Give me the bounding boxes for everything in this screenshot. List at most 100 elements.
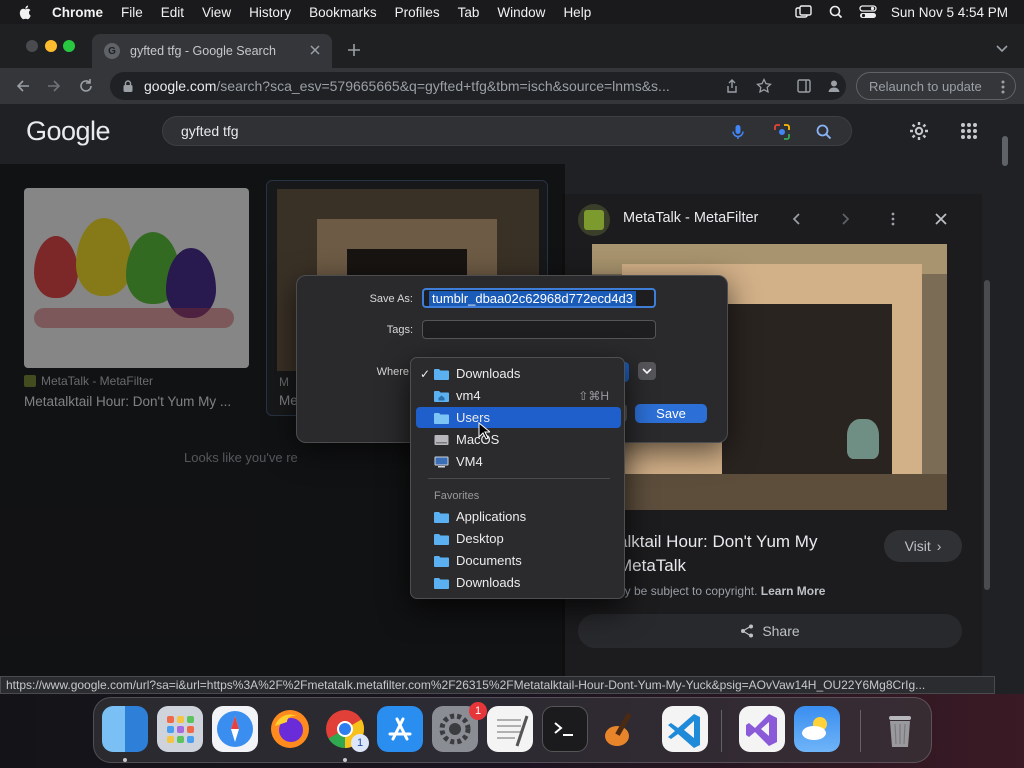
previous-image-icon[interactable] bbox=[790, 212, 804, 226]
panel-scrollbar[interactable] bbox=[984, 280, 990, 590]
weather-icon[interactable] bbox=[794, 706, 840, 752]
save-button[interactable]: Save bbox=[635, 404, 707, 423]
where-label: Where bbox=[376, 366, 409, 378]
chrome-running-dot bbox=[343, 758, 347, 762]
where-option-vm4-home[interactable]: vm4 ⇧⌘H bbox=[416, 385, 621, 406]
menu-tab[interactable]: Tab bbox=[458, 5, 480, 20]
menu-chrome[interactable]: Chrome bbox=[52, 5, 103, 20]
google-apps-icon[interactable] bbox=[960, 122, 978, 140]
tags-label: Tags: bbox=[386, 324, 413, 336]
search-box[interactable]: gyfted tfg bbox=[162, 116, 852, 146]
relaunch-to-update-button[interactable]: Relaunch to update bbox=[856, 72, 1016, 100]
favorite-downloads[interactable]: Downloads bbox=[416, 572, 621, 593]
favorite-label: Documents bbox=[456, 553, 522, 568]
finder-icon[interactable] bbox=[102, 706, 148, 752]
menu-edit[interactable]: Edit bbox=[161, 5, 184, 20]
panel-image-title[interactable]: alktail Hour: Don't Yum My MetaTalk bbox=[618, 530, 817, 578]
menu-view[interactable]: View bbox=[202, 5, 231, 20]
reload-icon[interactable] bbox=[77, 77, 95, 95]
close-window-button[interactable] bbox=[26, 40, 38, 52]
favorites-header: Favorites bbox=[434, 490, 480, 502]
url-path: /search?sca_esv=579665665&q=gyfted+tfg&t… bbox=[216, 78, 670, 94]
menu-help[interactable]: Help bbox=[563, 5, 591, 20]
menu-window[interactable]: Window bbox=[497, 5, 545, 20]
menu-history[interactable]: History bbox=[249, 5, 291, 20]
learn-more-link[interactable]: Learn More bbox=[761, 584, 826, 598]
favorite-desktop[interactable]: Desktop bbox=[416, 528, 621, 549]
browser-toolbar: google.com/search?sca_esv=579665665&q=gy… bbox=[0, 68, 1024, 104]
tags-field[interactable] bbox=[422, 320, 656, 339]
visit-button[interactable]: Visit › bbox=[884, 530, 962, 562]
next-image-icon[interactable] bbox=[838, 212, 852, 226]
app-store-icon[interactable] bbox=[377, 706, 423, 752]
google-logo[interactable]: Google bbox=[26, 116, 111, 147]
where-option-label: Downloads bbox=[456, 366, 521, 381]
menu-bookmarks[interactable]: Bookmarks bbox=[309, 5, 377, 20]
save-as-field[interactable]: tumblr_dbaa02c62968d772ecd4d3 bbox=[422, 288, 656, 308]
mouse-cursor-icon bbox=[478, 422, 490, 440]
panel-title-line1: alktail Hour: Don't Yum My bbox=[618, 532, 818, 551]
vscode-icon[interactable] bbox=[662, 706, 708, 752]
screen-mirror-icon[interactable] bbox=[795, 5, 813, 19]
voice-search-icon[interactable] bbox=[729, 123, 747, 141]
where-option-users[interactable]: Users bbox=[416, 407, 621, 428]
share-page-icon[interactable] bbox=[724, 78, 740, 94]
home-folder-icon bbox=[434, 390, 449, 402]
tab-search-chevron-icon[interactable] bbox=[996, 44, 1008, 54]
save-as-value[interactable]: tumblr_dbaa02c62968d772ecd4d3 bbox=[429, 291, 636, 306]
where-option-vm4-computer[interactable]: VM4 bbox=[416, 451, 621, 472]
chevron-down-icon bbox=[642, 368, 652, 375]
visual-studio-icon[interactable] bbox=[739, 706, 785, 752]
expand-dialog-button[interactable] bbox=[638, 362, 656, 380]
documents-folder-icon bbox=[434, 555, 449, 567]
folder-icon bbox=[434, 368, 449, 380]
search-query[interactable]: gyfted tfg bbox=[181, 123, 239, 139]
profile-icon[interactable] bbox=[826, 78, 842, 94]
where-option-downloads[interactable]: ✓ Downloads bbox=[416, 363, 621, 384]
favorite-documents[interactable]: Documents bbox=[416, 550, 621, 571]
settings-gear-icon[interactable] bbox=[908, 120, 930, 142]
settings-badge: 1 bbox=[469, 702, 487, 720]
spotlight-search-icon[interactable] bbox=[827, 5, 845, 19]
url-host: google.com bbox=[144, 78, 217, 94]
search-icon[interactable] bbox=[815, 123, 833, 141]
image-preview-panel: MetaTalk - MetaFilter alktail Hour: Don'… bbox=[562, 194, 982, 694]
share-button[interactable]: Share bbox=[578, 614, 962, 648]
menubar-clock[interactable]: Sun Nov 5 4:54 PM bbox=[891, 5, 1008, 20]
new-tab-icon[interactable] bbox=[346, 42, 362, 58]
panel-site-name[interactable]: MetaTalk - MetaFilter bbox=[623, 210, 758, 226]
page-scrollbar[interactable] bbox=[1002, 136, 1008, 166]
lock-icon[interactable] bbox=[122, 79, 134, 93]
side-panel-icon[interactable] bbox=[796, 78, 812, 94]
terminal-icon[interactable] bbox=[542, 706, 588, 752]
dock-separator bbox=[721, 710, 722, 752]
metafilter-logo[interactable] bbox=[578, 204, 610, 236]
back-icon[interactable] bbox=[14, 77, 32, 95]
close-tab-icon[interactable] bbox=[308, 43, 322, 57]
favorite-label: Desktop bbox=[456, 531, 504, 546]
trash-icon[interactable] bbox=[877, 706, 923, 752]
menu-profiles[interactable]: Profiles bbox=[395, 5, 440, 20]
folder-icon bbox=[434, 412, 449, 424]
launchpad-icon[interactable] bbox=[157, 706, 203, 752]
close-panel-icon[interactable] bbox=[934, 212, 948, 226]
forward-icon[interactable] bbox=[45, 77, 63, 95]
zoom-window-button[interactable] bbox=[63, 40, 75, 52]
panel-more-icon[interactable] bbox=[886, 212, 900, 226]
favorite-applications[interactable]: Applications bbox=[416, 506, 621, 527]
address-bar[interactable]: google.com/search?sca_esv=579665665&q=gy… bbox=[110, 72, 846, 100]
textedit-icon[interactable] bbox=[487, 706, 533, 752]
lens-search-icon[interactable] bbox=[773, 123, 791, 141]
menu-file[interactable]: File bbox=[121, 5, 143, 20]
firefox-icon[interactable] bbox=[267, 706, 313, 752]
tab-google-search[interactable]: G gyfted tfg - Google Search bbox=[92, 34, 332, 68]
minimize-window-button[interactable] bbox=[45, 40, 57, 52]
bookmark-star-icon[interactable] bbox=[756, 78, 772, 94]
more-menu-icon[interactable] bbox=[1001, 79, 1005, 95]
copyright-notice: ay be subject to copyright. Learn More bbox=[618, 584, 825, 598]
control-center-icon[interactable] bbox=[859, 5, 877, 19]
apple-icon[interactable] bbox=[18, 4, 34, 20]
garageband-icon[interactable] bbox=[597, 706, 643, 752]
safari-icon[interactable] bbox=[212, 706, 258, 752]
where-option-macos[interactable]: MacOS bbox=[416, 429, 621, 450]
